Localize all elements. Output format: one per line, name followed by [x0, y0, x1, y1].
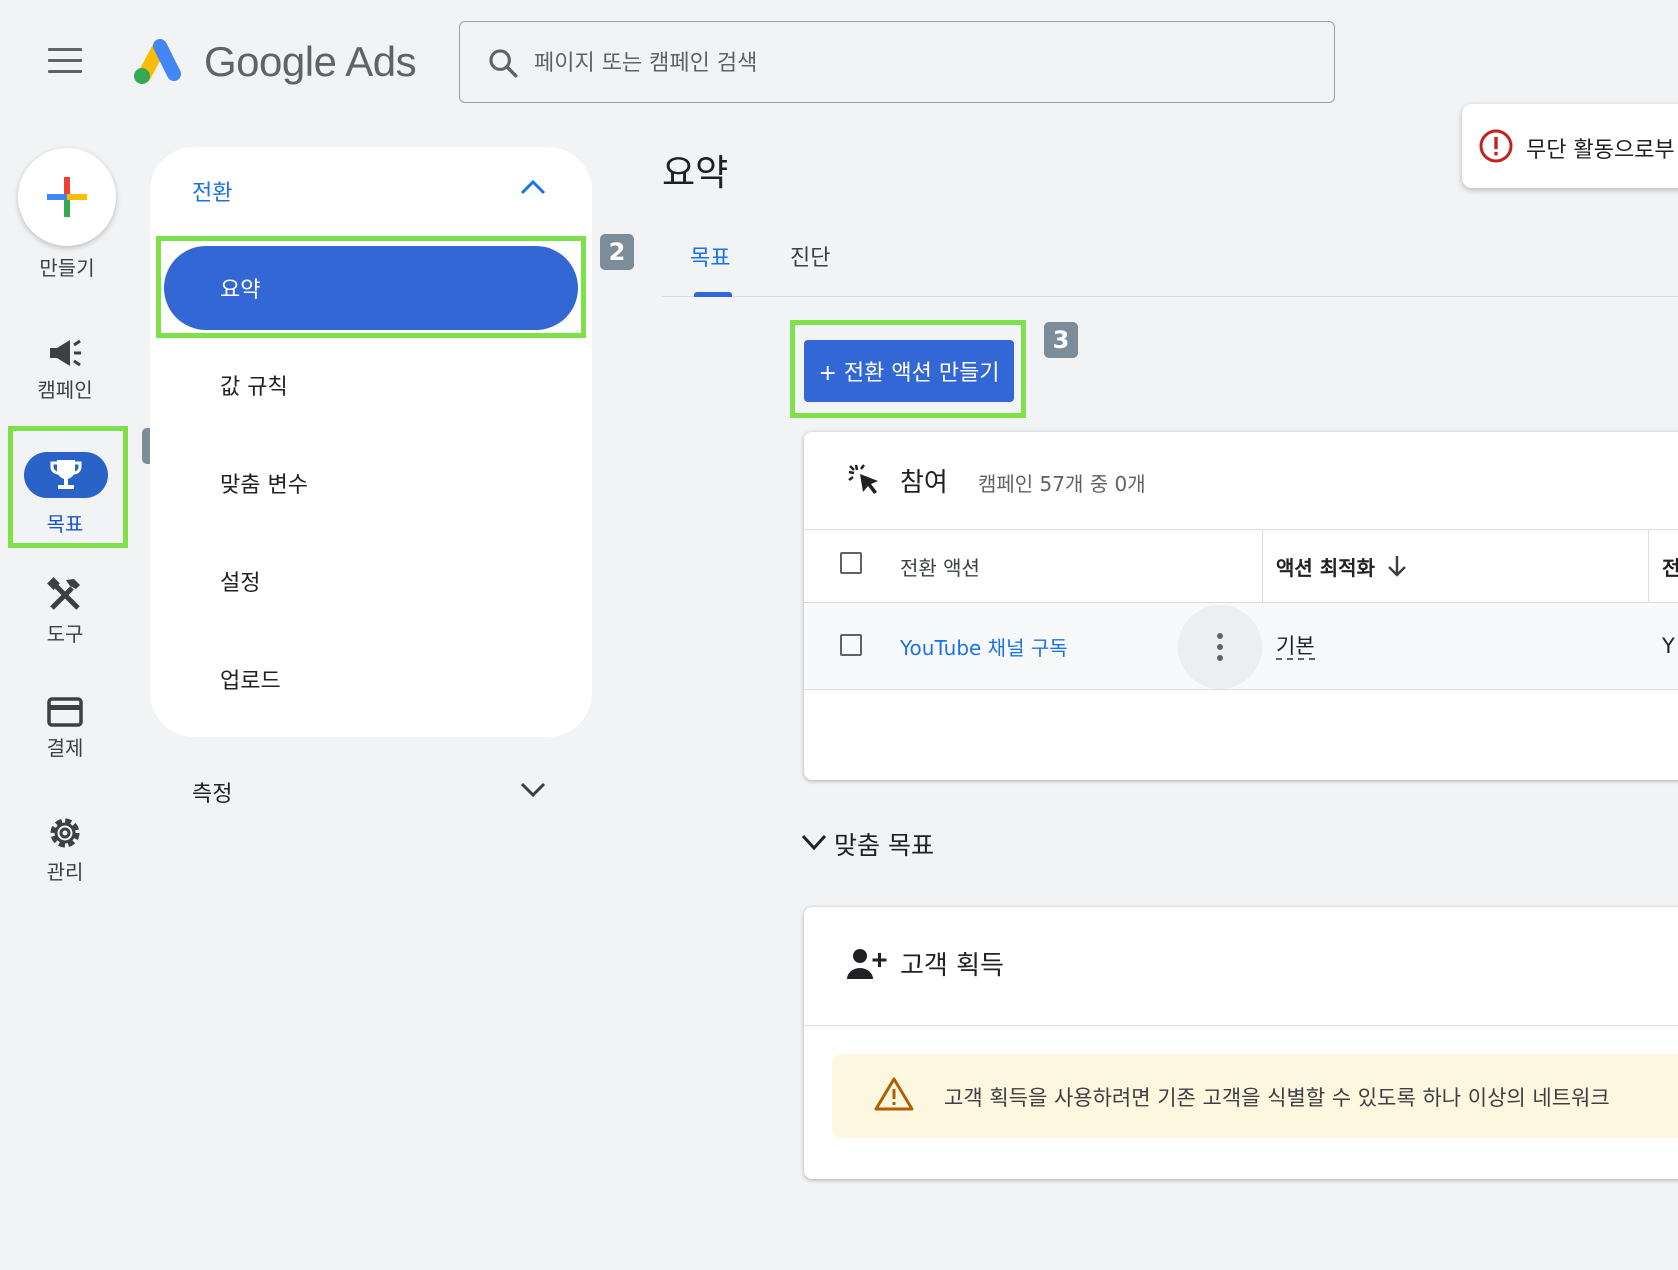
select-all-checkbox[interactable] [840, 552, 862, 574]
main-menu-icon[interactable] [48, 48, 82, 74]
cursor-click-icon [846, 462, 882, 502]
person-add-icon [846, 947, 888, 985]
more-options-icon[interactable] [1178, 605, 1262, 689]
search-input[interactable] [532, 42, 1296, 84]
truncated-cell: Y [1662, 634, 1675, 658]
plus-icon [47, 177, 87, 217]
row-checkbox[interactable] [840, 634, 862, 656]
nav-section-measurement[interactable]: 측정 [192, 776, 232, 808]
tab-goals[interactable]: 목표 [690, 240, 730, 272]
card-subtitle: 캠페인 57개 중 0개 [978, 472, 1146, 496]
optimization-value[interactable]: 기본 [1276, 634, 1315, 660]
sort-arrow-down-icon[interactable] [1386, 554, 1408, 578]
create-conversion-action-button[interactable]: + 전환 액션 만들기 [804, 340, 1014, 402]
annotation-badge-3: 3 [1044, 322, 1078, 358]
error-icon [1479, 129, 1513, 163]
gear-icon [0, 814, 130, 856]
search-icon [489, 49, 518, 78]
rail-item-campaigns[interactable]: 캠페인 [0, 336, 130, 416]
warning-icon [874, 1077, 914, 1111]
rail-label-goals: 목표 [46, 512, 84, 536]
create-button[interactable] [18, 148, 116, 246]
annotation-badge-2: 2 [600, 234, 634, 270]
custom-goals-toggle[interactable]: 맞춤 목표 [834, 826, 934, 862]
create-label: 만들기 [39, 256, 95, 280]
nav-item-summary-label: 요약 [220, 278, 261, 303]
divider [804, 1025, 1678, 1026]
divider [804, 529, 1678, 530]
product-name: Google Ads [204, 38, 417, 85]
rail-item-tools[interactable]: 도구 [0, 576, 130, 656]
acquisition-warning: 고객 획득을 사용하려면 기존 고객을 식별할 수 있도록 하나 이상의 네트워… [832, 1054, 1678, 1138]
column-header-action-optimization[interactable]: 액션 최적화 [1276, 552, 1375, 581]
nav-section-title[interactable]: 전환 [192, 175, 232, 207]
rail-label-tools: 도구 [46, 622, 84, 646]
search-bar[interactable] [459, 21, 1335, 103]
nav-item-uploads[interactable]: 업로드 [220, 663, 281, 695]
unauthorized-activity-alert[interactable]: 무단 활동으로부 [1462, 104, 1678, 188]
megaphone-icon [0, 336, 130, 374]
column-header-conversion-action[interactable]: 전환 액션 [900, 552, 980, 581]
nav-item-value-rules[interactable]: 값 규칙 [220, 369, 288, 401]
tabs-divider [662, 296, 1678, 297]
chevron-down-icon[interactable] [518, 780, 548, 800]
column-header-truncated[interactable]: 전 [1662, 552, 1678, 581]
rail-item-goals[interactable]: 목표 [0, 452, 130, 542]
nav-item-summary[interactable]: 요약 [164, 246, 578, 330]
divider [804, 689, 1678, 690]
card-title: 고객 획득 [900, 951, 1004, 981]
warning-text: 고객 획득을 사용하려면 기존 고객을 식별할 수 있도록 하나 이상의 네트워… [944, 1086, 1610, 1110]
tools-icon [0, 576, 130, 618]
page-title: 요약 [662, 153, 729, 194]
rail-label-admin: 관리 [46, 860, 84, 884]
engagement-goal-card: 참여 캠페인 57개 중 0개 전환 액션 액션 최적화 전 YouTube 채… [804, 432, 1678, 780]
card-title: 참여 [900, 468, 948, 498]
customer-acquisition-card: 고객 획득 [804, 907, 1678, 1179]
nav-item-settings[interactable]: 설정 [220, 565, 260, 597]
rail-label-campaigns: 캠페인 [37, 378, 93, 402]
google-ads-logo [128, 36, 186, 86]
rail-label-billing: 결제 [46, 736, 84, 760]
conversion-action-link[interactable]: YouTube 채널 구독 [900, 632, 1068, 661]
rail-item-admin[interactable]: 관리 [0, 814, 130, 894]
credit-card-icon [0, 696, 130, 732]
active-tab-indicator [694, 292, 732, 297]
rail-item-billing[interactable]: 결제 [0, 696, 130, 776]
nav-item-custom-variables[interactable]: 맞춤 변수 [220, 467, 308, 499]
tab-diagnostics[interactable]: 진단 [790, 240, 830, 272]
trophy-icon [47, 456, 85, 498]
alert-text: 무단 활동으로부 [1526, 138, 1675, 163]
chevron-up-icon[interactable] [518, 177, 548, 197]
chevron-down-icon[interactable] [800, 832, 828, 852]
